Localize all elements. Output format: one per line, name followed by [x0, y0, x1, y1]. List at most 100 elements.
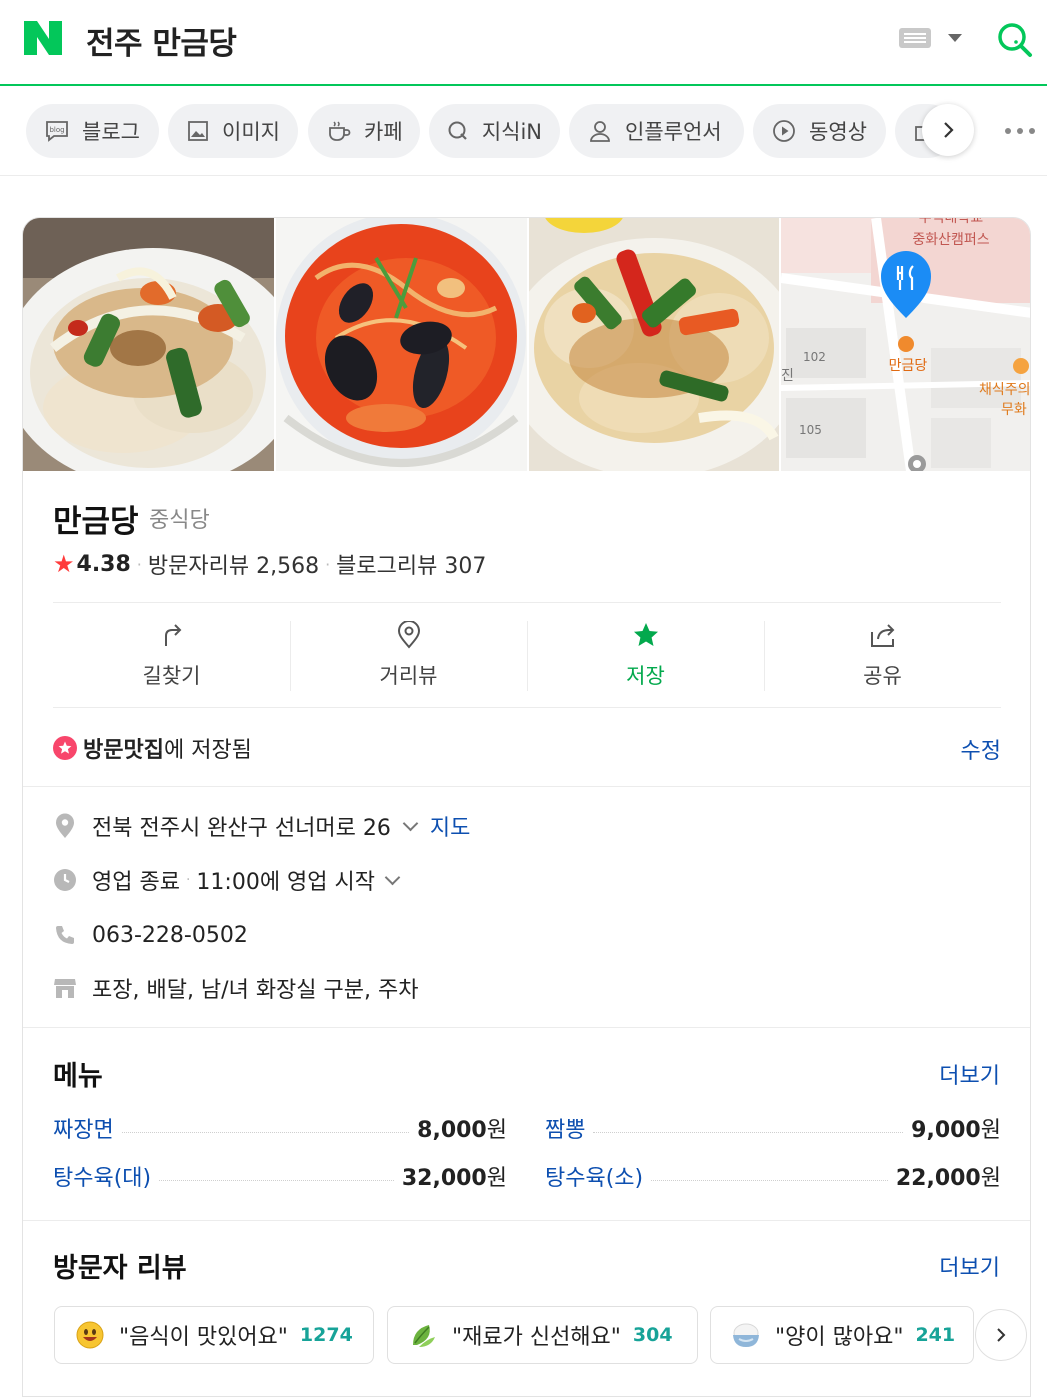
- reviews-more-link[interactable]: 더보기: [939, 1250, 1000, 1282]
- keyboard-icon[interactable]: [899, 28, 931, 48]
- naver-logo-icon[interactable]: [24, 21, 62, 55]
- rice-bowl-emoji-icon: [731, 1320, 761, 1350]
- star-icon: ★: [53, 550, 75, 578]
- menu-item[interactable]: 탕수육(소) 22,000원: [545, 1160, 1001, 1192]
- map-label: 무화: [1001, 402, 1027, 418]
- food-photo-tangsuyuk-closeup[interactable]: [528, 218, 780, 471]
- food-photo-tangsuyuk[interactable]: [23, 218, 274, 471]
- phone-row[interactable]: 063-228-0502: [53, 917, 248, 953]
- share-button[interactable]: 공유: [764, 603, 1001, 707]
- map-link[interactable]: 지도: [430, 810, 470, 842]
- menu-more-link[interactable]: 더보기: [939, 1058, 1000, 1090]
- chevron-down-icon[interactable]: [384, 869, 401, 885]
- store-icon: [53, 975, 77, 1001]
- menu-item[interactable]: 짬뽕 9,000원: [545, 1112, 1001, 1144]
- blog-icon: blog: [44, 118, 70, 144]
- saved-list-name: 방문맛집: [83, 738, 164, 763]
- directions-icon: [157, 620, 187, 650]
- blog-reviews-link[interactable]: 블로그리뷰 307: [336, 548, 486, 580]
- address-row: 전북 전주시 완산구 선너머로 26 지도: [53, 808, 470, 844]
- street-view-icon: [394, 620, 424, 650]
- keyword-count: 1274: [299, 1324, 353, 1346]
- cafe-icon: [326, 118, 352, 144]
- visitor-reviews-link[interactable]: 방문자리뷰 2,568: [148, 548, 319, 580]
- tab-label: 블로그: [82, 120, 140, 144]
- star-icon: [631, 620, 661, 650]
- map-label: 105: [799, 423, 822, 437]
- review-keyword-chip[interactable]: "음식이 맛있어요" 1274: [54, 1306, 374, 1364]
- clock-icon: [53, 867, 77, 893]
- keyword-count: 241: [915, 1324, 956, 1346]
- menu-item-price: 22,000원: [895, 1166, 1001, 1191]
- place-card: 우석대학교 중화산캠퍼스 102 진 105 만금당 채식주의 무화 만금당 중…: [22, 217, 1031, 1397]
- address-text[interactable]: 전북 전주시 완산구 선너머로 26: [92, 810, 391, 842]
- smile-emoji-icon: [75, 1320, 105, 1350]
- action-label: 공유: [863, 664, 902, 688]
- action-label: 거리뷰: [379, 664, 438, 688]
- amenities-text: 포장, 배달, 남/녀 화장실 구분, 주차: [92, 978, 419, 1003]
- svg-text:blog: blog: [49, 126, 64, 134]
- action-label: 저장: [626, 664, 665, 688]
- menu-item[interactable]: 짜장면 8,000원: [53, 1112, 507, 1144]
- amenities-row: 포장, 배달, 남/녀 화장실 구분, 주차: [53, 970, 418, 1006]
- keywords-next-button[interactable]: [975, 1309, 1027, 1361]
- review-keyword-chip[interactable]: "재료가 신선해요" 304: [387, 1306, 698, 1364]
- tab-cafe[interactable]: 카페: [308, 104, 420, 158]
- street-view-button[interactable]: 거리뷰: [290, 603, 527, 707]
- map-label: 102: [803, 350, 826, 364]
- tab-kin[interactable]: 지식iN: [429, 104, 560, 158]
- food-photo-jjamppong[interactable]: [275, 218, 527, 471]
- saved-suffix: 에 저장됨: [163, 738, 252, 763]
- leaf-emoji-icon: [408, 1320, 438, 1350]
- hours-row[interactable]: 영업 종료 · 11:00에 영업 시작: [53, 862, 412, 898]
- keyword-text: "양이 많아요": [775, 1325, 904, 1350]
- menu-item-name: 짜장면: [53, 1118, 114, 1143]
- keyword-count: 304: [632, 1324, 673, 1346]
- menu-item-name: 짬뽕: [545, 1118, 586, 1143]
- tab-influencer[interactable]: 인플루언서: [569, 104, 744, 158]
- menu-item-price: 9,000원: [911, 1118, 1001, 1143]
- tab-label: 이미지: [222, 120, 280, 144]
- phone-number[interactable]: 063-228-0502: [92, 923, 248, 948]
- save-button[interactable]: 저장: [527, 603, 764, 707]
- menu-item-price: 8,000원: [417, 1118, 507, 1143]
- saved-star-badge-icon: [53, 736, 77, 760]
- tab-label: 지식iN: [481, 120, 542, 144]
- tab-image[interactable]: 이미지: [168, 104, 298, 158]
- keyword-text: "음식이 맛있어요": [119, 1325, 288, 1350]
- action-bar: 길찾기 거리뷰 저장 공유: [53, 602, 1001, 708]
- place-category: 중식당: [149, 508, 210, 533]
- tabs-next-button[interactable]: [922, 104, 974, 156]
- menu-item-name: 탕수육(소): [545, 1166, 644, 1191]
- action-label: 길찾기: [142, 664, 201, 688]
- place-name[interactable]: 만금당: [53, 496, 139, 541]
- tab-video[interactable]: 동영상: [753, 104, 886, 158]
- phone-icon: [53, 922, 77, 948]
- review-keyword-chip[interactable]: "양이 많아요" 241: [710, 1306, 974, 1364]
- rating-value: 4.38: [76, 551, 131, 577]
- photo-strip: 우석대학교 중화산캠퍼스 102 진 105 만금당 채식주의 무화: [23, 218, 1031, 471]
- menu-item-price: 32,000원: [401, 1166, 507, 1191]
- menu-item[interactable]: 탕수육(대) 32,000원: [53, 1160, 507, 1192]
- kin-icon: [447, 118, 470, 144]
- divider: [23, 786, 1030, 787]
- tab-blog[interactable]: blog 블로그: [26, 104, 159, 158]
- directions-button[interactable]: 길찾기: [53, 603, 290, 707]
- keyword-text: "재료가 신선해요": [452, 1325, 621, 1350]
- map-label: 우석대학교: [919, 218, 984, 226]
- search-header: 전주 만금당: [0, 0, 1047, 86]
- more-options-icon[interactable]: [1004, 127, 1036, 135]
- search-query[interactable]: 전주 만금당: [86, 18, 237, 63]
- search-icon[interactable]: [995, 20, 1035, 60]
- map-label: 채식주의: [979, 382, 1031, 398]
- chevron-down-icon[interactable]: [402, 815, 419, 831]
- edit-link[interactable]: 수정: [961, 733, 1001, 765]
- search-tabs: blog 블로그 이미지 카페 지식iN 인플루언서 동영상: [0, 88, 1047, 176]
- divider: [23, 1220, 1030, 1221]
- image-icon: [186, 118, 210, 144]
- map-label: 진: [781, 368, 794, 384]
- tab-label: 카페: [364, 120, 403, 144]
- opening-hours: 11:00에 영업 시작: [196, 870, 376, 895]
- location-map[interactable]: 우석대학교 중화산캠퍼스 102 진 105 만금당 채식주의 무화: [781, 218, 1031, 471]
- caret-down-icon[interactable]: [948, 34, 962, 42]
